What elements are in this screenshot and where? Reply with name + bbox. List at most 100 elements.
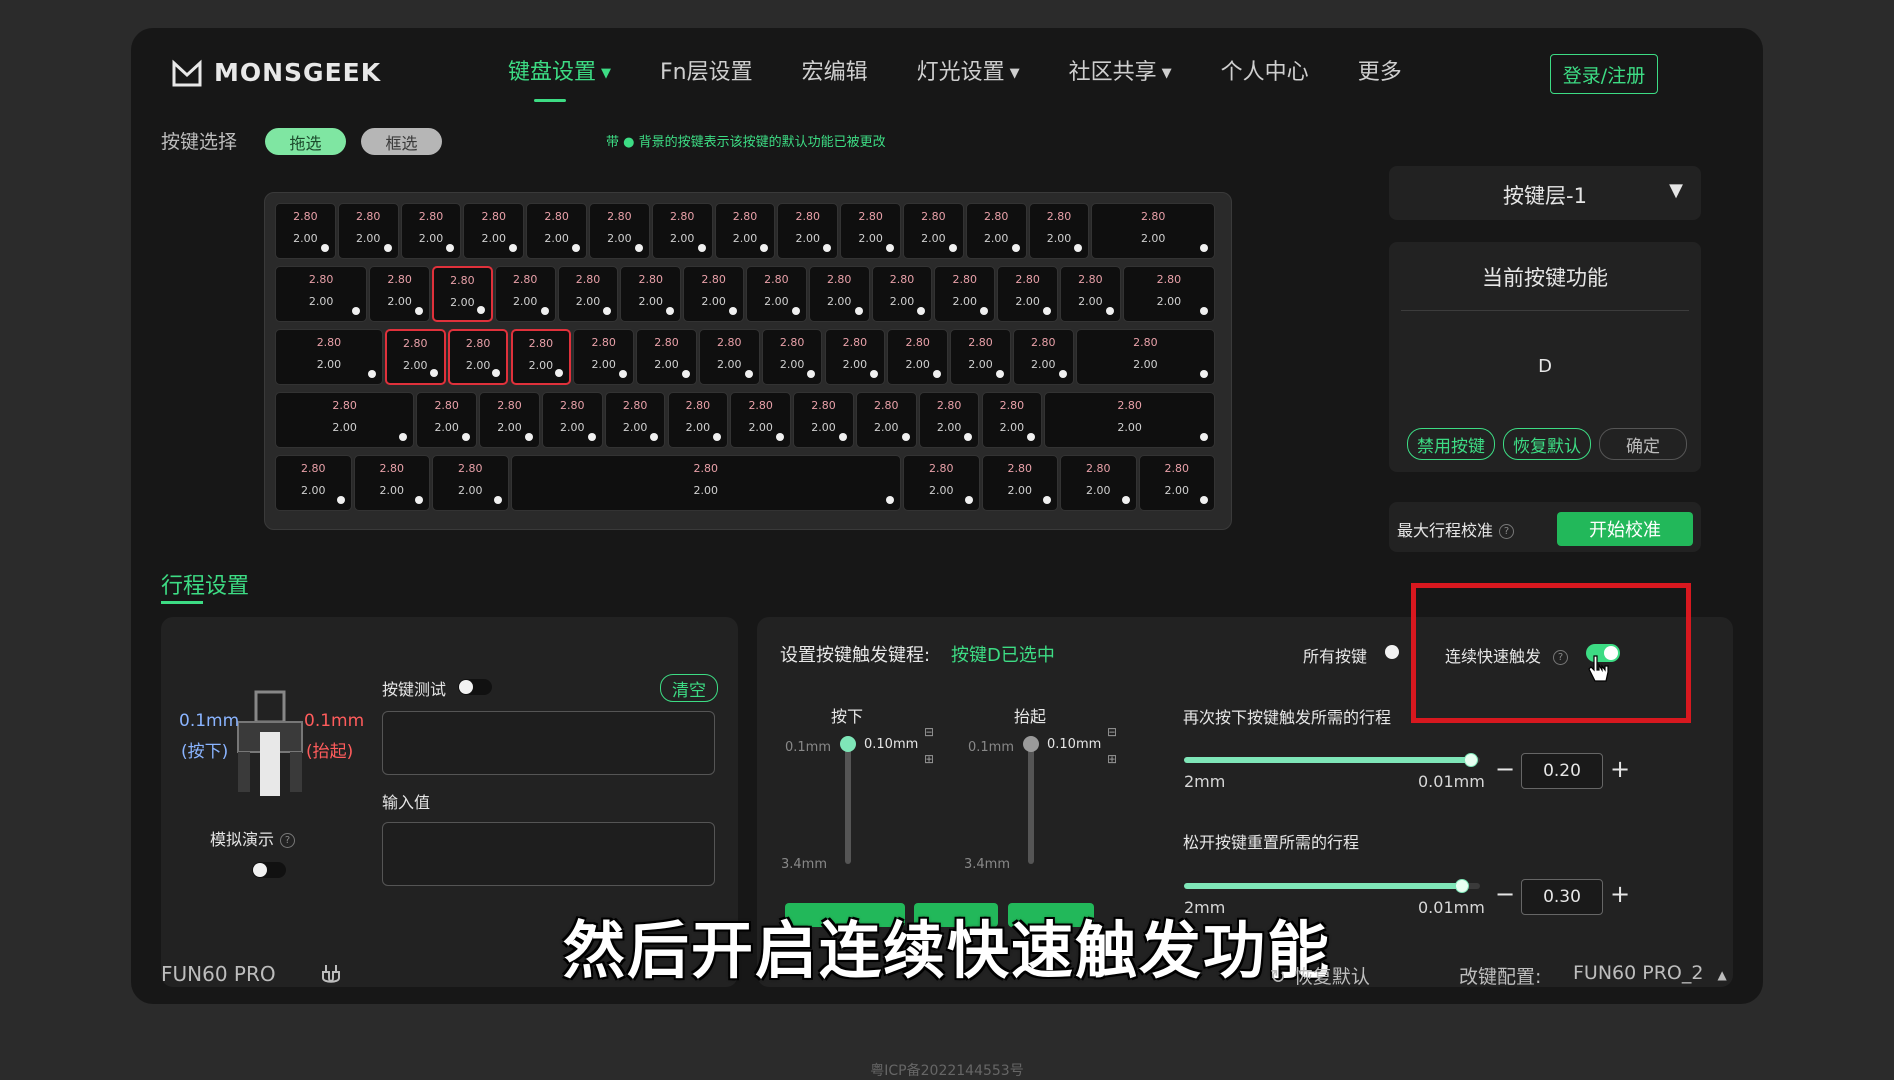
key-1-12[interactable]: 2.80 2.00 xyxy=(1060,266,1121,322)
key-3-11[interactable]: 2.80 2.00 xyxy=(1044,392,1215,448)
key-3-1[interactable]: 2.80 2.00 xyxy=(416,392,478,448)
release-slider[interactable] xyxy=(1028,742,1034,864)
key-2-6[interactable]: 2.80 2.00 xyxy=(698,329,760,385)
release-reset-slider[interactable] xyxy=(1184,879,1480,893)
key-1-11[interactable]: 2.80 2.00 xyxy=(997,266,1058,322)
key-3-10[interactable]: 2.80 2.00 xyxy=(981,392,1043,448)
drag-select-button[interactable]: 拖选 xyxy=(265,128,346,155)
key-4-2[interactable]: 2.80 2.00 xyxy=(432,455,509,511)
key-2-11[interactable]: 2.80 2.00 xyxy=(1012,329,1074,385)
collapse-icon[interactable]: ⊟ xyxy=(1107,725,1117,739)
key-3-7[interactable]: 2.80 2.00 xyxy=(793,392,854,448)
key-0-6[interactable]: 2.80 2.00 xyxy=(651,203,713,259)
nav-profile[interactable]: 个人中心 xyxy=(1221,54,1309,86)
key-2-2[interactable]: 2.80 2.00 xyxy=(447,329,509,385)
key-4-7[interactable]: 2.80 2.00 xyxy=(1138,455,1215,511)
key-4-3[interactable]: 2.80 2.00 xyxy=(510,455,901,511)
key-2-0[interactable]: 2.80 2.00 xyxy=(275,329,383,385)
key-1-6[interactable]: 2.80 2.00 xyxy=(683,266,744,322)
key-4-1[interactable]: 2.80 2.00 xyxy=(353,455,430,511)
key-0-11[interactable]: 2.80 2.00 xyxy=(965,203,1027,259)
key-3-0[interactable]: 2.80 2.00 xyxy=(275,392,415,448)
key-0-10[interactable]: 2.80 2.00 xyxy=(903,203,964,259)
key-3-9[interactable]: 2.80 2.00 xyxy=(918,392,980,448)
plus-icon[interactable]: + xyxy=(1610,755,1630,783)
key-2-5[interactable]: 2.80 2.00 xyxy=(636,329,697,385)
minus-icon[interactable]: − xyxy=(1495,755,1515,783)
key-2-7[interactable]: 2.80 2.00 xyxy=(761,329,823,385)
restore-default-button[interactable]: 恢复默认 xyxy=(1503,428,1591,460)
nav-fn-layer[interactable]: Fn层设置 xyxy=(660,54,753,86)
key-4-0[interactable]: 2.80 2.00 xyxy=(275,455,352,511)
confirm-button[interactable]: 确定 xyxy=(1599,428,1687,460)
key-test-input[interactable] xyxy=(382,711,715,775)
key-0-12[interactable]: 2.80 2.00 xyxy=(1028,203,1090,259)
key-4-5[interactable]: 2.80 2.00 xyxy=(981,455,1058,511)
box-select-button[interactable]: 框选 xyxy=(361,128,442,155)
all-keys-radio[interactable] xyxy=(1385,645,1399,659)
key-0-8[interactable]: 2.80 2.00 xyxy=(777,203,839,259)
key-1-10[interactable]: 2.80 2.00 xyxy=(934,266,996,322)
start-calibration-button[interactable]: 开始校准 xyxy=(1557,512,1693,546)
config-select[interactable]: FUN60 PRO_2 ▲ xyxy=(1573,962,1727,984)
key-test-toggle[interactable] xyxy=(458,679,492,695)
help-icon[interactable]: ? xyxy=(1499,524,1515,539)
input-value-field[interactable] xyxy=(382,822,715,886)
key-2-10[interactable]: 2.80 2.00 xyxy=(950,329,1011,385)
key-2-1[interactable]: 2.80 2.00 xyxy=(384,329,446,385)
key-4-4[interactable]: 2.80 2.00 xyxy=(903,455,980,511)
key-3-8[interactable]: 2.80 2.00 xyxy=(855,392,917,448)
repress-slider-knob[interactable] xyxy=(1464,753,1479,767)
key-2-9[interactable]: 2.80 2.00 xyxy=(887,329,949,385)
expand-icon[interactable]: ⊞ xyxy=(924,752,934,766)
key-2-3[interactable]: 2.80 2.00 xyxy=(510,329,572,385)
disable-key-button[interactable]: 禁用按键 xyxy=(1407,428,1495,460)
key-0-2[interactable]: 2.80 2.00 xyxy=(400,203,462,259)
demo-toggle[interactable] xyxy=(252,862,286,878)
nav-macro[interactable]: 宏编辑 xyxy=(802,54,868,86)
key-1-4[interactable]: 2.80 2.00 xyxy=(557,266,619,322)
collapse-icon[interactable]: ⊟ xyxy=(924,725,934,739)
key-2-12[interactable]: 2.80 2.00 xyxy=(1075,329,1215,385)
nav-more[interactable]: 更多 xyxy=(1358,54,1402,86)
nav-community[interactable]: 社区共享 ▼ xyxy=(1069,54,1172,86)
key-1-8[interactable]: 2.80 2.00 xyxy=(808,266,870,322)
key-4-6[interactable]: 2.80 2.00 xyxy=(1060,455,1137,511)
key-3-2[interactable]: 2.80 2.00 xyxy=(479,392,540,448)
key-1-1[interactable]: 2.80 2.00 xyxy=(369,266,430,322)
key-0-1[interactable]: 2.80 2.00 xyxy=(337,203,399,259)
key-3-6[interactable]: 2.80 2.00 xyxy=(730,392,792,448)
key-1-5[interactable]: 2.80 2.00 xyxy=(620,266,682,322)
clear-button[interactable]: 清空 xyxy=(660,674,718,702)
help-icon[interactable]: ? xyxy=(280,833,296,848)
repress-value-input[interactable]: 0.20 xyxy=(1521,753,1603,789)
key-3-4[interactable]: 2.80 2.00 xyxy=(604,392,666,448)
key-1-2[interactable]: 2.80 2.00 xyxy=(432,266,493,322)
key-1-0[interactable]: 2.80 2.00 xyxy=(275,266,368,322)
key-0-3[interactable]: 2.80 2.00 xyxy=(463,203,525,259)
nav-keyboard-settings[interactable]: 键盘设置 ▼ xyxy=(508,54,611,102)
key-0-7[interactable]: 2.80 2.00 xyxy=(714,203,776,259)
key-3-3[interactable]: 2.80 2.00 xyxy=(541,392,603,448)
key-0-4[interactable]: 2.80 2.00 xyxy=(526,203,587,259)
key-0-5[interactable]: 2.80 2.00 xyxy=(589,203,650,259)
key-3-5[interactable]: 2.80 2.00 xyxy=(667,392,729,448)
key-1-13[interactable]: 2.80 2.00 xyxy=(1122,266,1215,322)
expand-icon[interactable]: ⊞ xyxy=(1107,752,1117,766)
restore-default-link[interactable]: ↻ 恢复默认 xyxy=(1270,962,1370,989)
key-1-7[interactable]: 2.80 2.00 xyxy=(746,266,807,322)
press-slider-knob[interactable] xyxy=(840,736,856,752)
key-0-13[interactable]: 2.80 2.00 xyxy=(1091,203,1215,259)
key-2-4[interactable]: 2.80 2.00 xyxy=(573,329,635,385)
layer-select[interactable]: 按键层-1 ▼ xyxy=(1389,166,1701,220)
key-2-8[interactable]: 2.80 2.00 xyxy=(824,329,886,385)
key-0-0[interactable]: 2.80 2.00 xyxy=(275,203,336,259)
key-1-9[interactable]: 2.80 2.00 xyxy=(871,266,933,322)
key-1-3[interactable]: 2.80 2.00 xyxy=(494,266,556,322)
release-slider-knob[interactable] xyxy=(1023,736,1039,752)
key-0-9[interactable]: 2.80 2.00 xyxy=(840,203,901,259)
press-slider[interactable] xyxy=(845,742,851,864)
logo[interactable]: MONSGEEK xyxy=(172,58,381,87)
nav-lighting[interactable]: 灯光设置 ▼ xyxy=(917,54,1020,86)
repress-slider[interactable] xyxy=(1184,753,1480,767)
